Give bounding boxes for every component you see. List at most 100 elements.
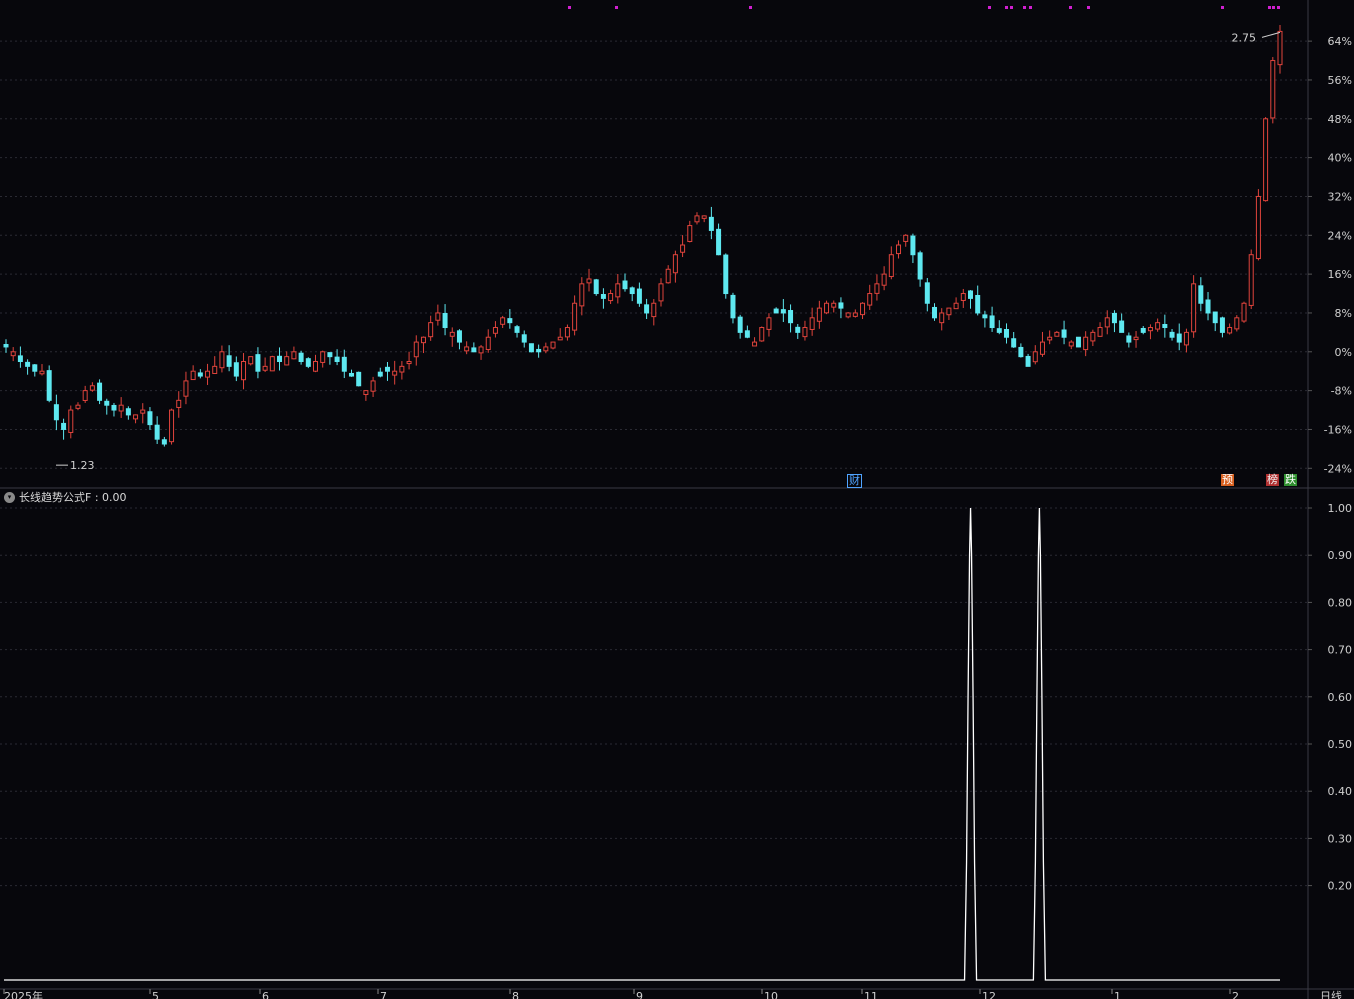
candle-body <box>428 322 434 338</box>
chart-canvas: 64% 56% 48% 40% 32% 24% 16% 8% 0% -8% -16% -24% 1.00… <box>0 0 1354 999</box>
candle-body <box>406 361 412 365</box>
candle-body <box>348 372 354 377</box>
candle-body <box>694 215 700 223</box>
candle-body <box>824 302 830 314</box>
candle-body <box>1097 327 1103 337</box>
candle-body <box>68 409 74 433</box>
candle-body <box>1191 283 1197 333</box>
candle-body <box>1169 331 1175 338</box>
candle-body <box>327 352 333 358</box>
candle-body <box>773 308 779 314</box>
candle-body <box>550 341 556 349</box>
candle-body <box>269 356 275 372</box>
candle-body <box>118 404 124 412</box>
candle-body <box>262 365 268 371</box>
candle-body <box>780 309 786 314</box>
chevron-down-icon[interactable]: ▾ <box>4 491 15 503</box>
candle-body <box>1277 30 1283 66</box>
candle-body <box>176 399 182 408</box>
candle-body <box>1018 346 1024 358</box>
candle-body <box>471 347 477 353</box>
candle-body <box>946 307 952 316</box>
candle-body <box>370 380 376 392</box>
candle-body <box>97 382 103 401</box>
signal-marker <box>615 6 618 9</box>
candle-body <box>1205 299 1211 314</box>
candle-body <box>579 283 585 307</box>
price-tick-label: 16% <box>1328 268 1352 281</box>
time-tick-label: 12 <box>982 990 996 999</box>
candle-body <box>989 315 995 329</box>
candle-body <box>291 351 297 360</box>
ranking-badge[interactable]: 榜 <box>1266 474 1279 486</box>
candle-body <box>464 346 470 352</box>
candle-body <box>104 400 110 406</box>
candle-body <box>629 287 635 295</box>
candle-body <box>680 244 686 253</box>
indicator-title[interactable]: ▾ 长线趋势公式F : 0.00 <box>4 489 127 505</box>
candle-body <box>1075 336 1081 348</box>
candle-body <box>1234 317 1240 330</box>
candle-body <box>975 294 981 314</box>
indicator-tick-label: 0.60 <box>1328 691 1353 704</box>
price-tick-label: -24% <box>1324 462 1352 475</box>
candle-body <box>816 307 822 322</box>
candle-body <box>716 228 722 256</box>
candle-body <box>241 361 247 381</box>
candle-body <box>190 370 196 381</box>
candle-body <box>636 288 642 304</box>
candle-body <box>967 290 973 299</box>
candle-body <box>478 346 484 354</box>
price-tick-label: 64% <box>1328 35 1352 48</box>
candle-body <box>1047 336 1053 341</box>
candle-body <box>133 414 139 420</box>
signal-marker <box>1069 6 1072 9</box>
candle-body <box>1133 336 1139 341</box>
candle-body <box>61 422 67 430</box>
candle-body <box>644 304 650 314</box>
candle-body <box>888 254 894 278</box>
finance-badge[interactable]: 财 <box>847 474 862 488</box>
candle-body <box>341 356 347 372</box>
candle-body <box>420 336 426 344</box>
candle-body <box>442 313 448 329</box>
indicator-title-text: 长线趋势公式F : 0.00 <box>19 491 127 504</box>
signal-marker <box>568 6 571 9</box>
candle-body <box>1068 341 1074 347</box>
candle-body <box>896 244 902 255</box>
candle-body <box>802 327 808 338</box>
candle-body <box>665 268 671 284</box>
candle-body <box>543 346 549 352</box>
candle-body <box>1054 331 1060 337</box>
drop-badge[interactable]: 跌 <box>1284 474 1297 486</box>
candle-body <box>449 331 455 337</box>
candle-body <box>1270 60 1276 119</box>
candle-body <box>788 310 794 324</box>
candle-body <box>960 293 966 301</box>
signal-marker <box>1087 6 1090 9</box>
price-tick-label: 48% <box>1328 113 1352 126</box>
candle-body <box>10 351 16 357</box>
candle-body <box>111 404 117 411</box>
candle-body <box>277 355 283 363</box>
candle-body <box>521 334 527 343</box>
forecast-badge[interactable]: 预 <box>1221 474 1234 486</box>
candle-body <box>557 336 563 341</box>
candle-body <box>852 312 858 317</box>
signal-marker <box>988 6 991 9</box>
candle-body <box>658 283 664 302</box>
candle-body <box>1090 331 1096 342</box>
candle-body <box>1212 311 1218 324</box>
indicator-tick-label: 0.50 <box>1328 738 1353 751</box>
candle-body <box>313 361 319 372</box>
candle-body <box>298 352 304 362</box>
candle-body <box>953 302 959 310</box>
indicator-tick-label: 1.00 <box>1328 502 1353 515</box>
candle-body <box>744 330 750 338</box>
candle-body <box>154 424 160 440</box>
candle-body <box>32 364 38 372</box>
candle-body <box>183 380 189 397</box>
candle-body <box>982 314 988 319</box>
candle-body <box>1162 323 1168 329</box>
candle-body <box>456 330 462 343</box>
